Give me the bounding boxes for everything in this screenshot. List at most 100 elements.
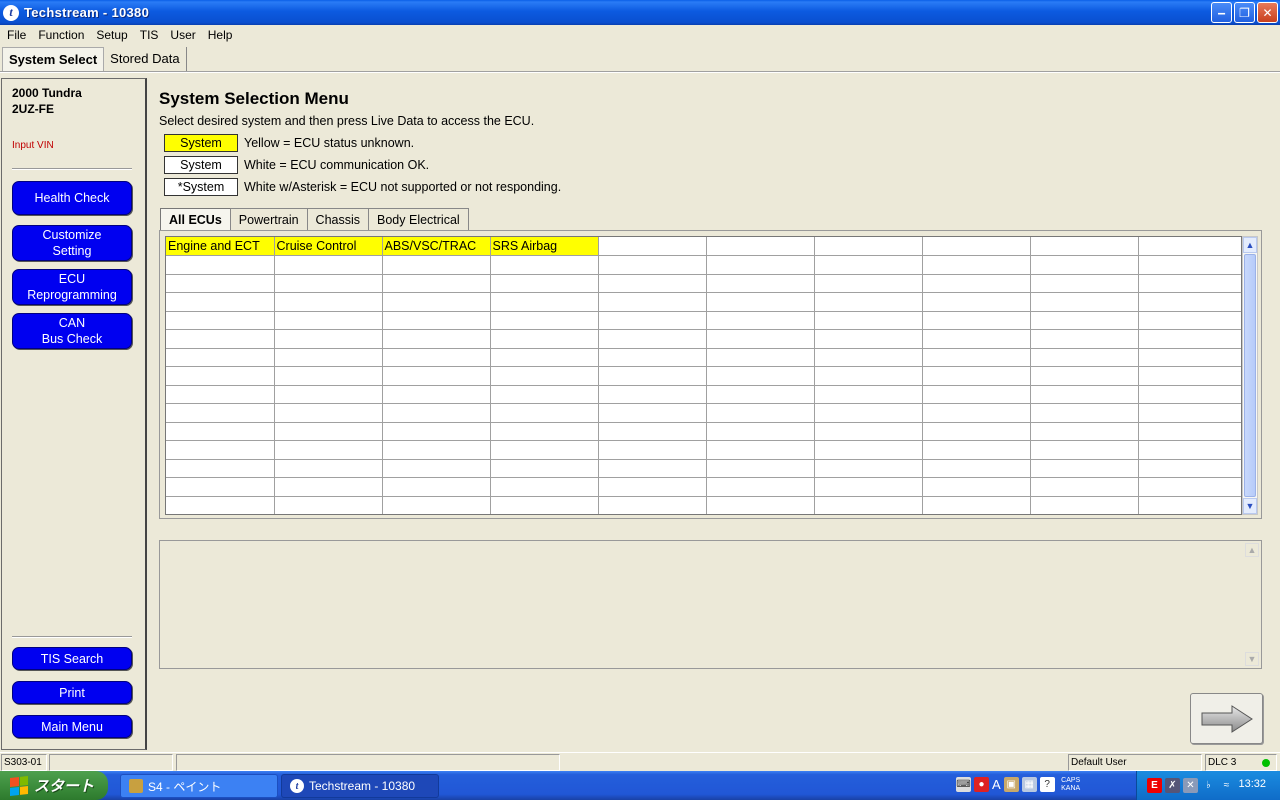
empty-cell (1138, 459, 1241, 478)
tis-search-button[interactable]: TIS Search (12, 647, 132, 670)
ime-mode-icon[interactable]: A (992, 777, 1001, 792)
grid-scrollbar[interactable]: ▲ ▼ (1242, 236, 1258, 515)
scroll-down-icon[interactable]: ▼ (1243, 498, 1257, 514)
wireless-icon[interactable]: ≈ (1219, 778, 1234, 793)
empty-cell (598, 385, 707, 404)
message-scrollbar[interactable]: ▲ ▼ (1245, 543, 1259, 666)
empty-cell (814, 274, 923, 293)
empty-cell (922, 403, 1031, 423)
empty-cell (706, 348, 815, 367)
empty-cell (922, 422, 1031, 441)
empty-cell (706, 255, 815, 275)
tab-powertrain[interactable]: Powertrain (229, 208, 308, 231)
empty-cell (706, 403, 815, 423)
tab-system-select[interactable]: System Select (2, 47, 105, 71)
network-disconnected-icon[interactable]: ✕ (1183, 778, 1198, 793)
empty-cell (490, 348, 599, 367)
table-row (166, 274, 1241, 293)
security-icon[interactable]: ● (974, 777, 989, 792)
top-tabs: System Select Stored Data (2, 47, 187, 71)
empty-cell (598, 459, 707, 478)
restore-button[interactable]: ❐ (1234, 2, 1255, 23)
menu-help[interactable]: Help (202, 28, 239, 42)
scroll-thumb[interactable] (1244, 254, 1256, 497)
scroll-up-icon[interactable]: ▲ (1243, 237, 1257, 253)
empty-cell (1138, 385, 1241, 404)
empty-cell (274, 311, 383, 330)
can-bus-check-button[interactable]: CAN Bus Check (12, 313, 132, 349)
status-field (176, 754, 560, 771)
menu-file[interactable]: File (0, 28, 32, 42)
keyboard-icon[interactable]: ⌨ (956, 777, 971, 792)
tab-all-ecus[interactable]: All ECUs (160, 208, 231, 232)
taskbar-item-paint[interactable]: S4 - ペイント (120, 774, 278, 798)
network-icon[interactable]: ✗ (1165, 778, 1180, 793)
ecu-reprogramming-button[interactable]: ECU Reprogramming (12, 269, 132, 305)
empty-cell (166, 292, 275, 312)
menu-setup[interactable]: Setup (90, 28, 133, 42)
empty-cell (1138, 237, 1241, 256)
caps-kana-icon: CAPS KANA (1061, 776, 1081, 792)
tab-chassis[interactable]: Chassis (306, 208, 370, 231)
empty-cell (166, 477, 275, 497)
empty-cell (814, 403, 923, 423)
input-vin-link[interactable]: Input VIN (12, 140, 54, 151)
empty-cell (1030, 274, 1139, 293)
ime-tool-icon[interactable]: ▦ (1021, 777, 1037, 792)
ime-dictionary-icon[interactable]: ▣ (1003, 777, 1019, 792)
empty-cell (1030, 366, 1139, 386)
empty-cell (1138, 366, 1241, 386)
system-cell[interactable]: SRS Airbag (490, 237, 599, 256)
empty-cell (814, 440, 923, 460)
empty-cell (922, 292, 1031, 312)
empty-cell (490, 459, 599, 478)
customize-setting-button[interactable]: Customize Setting (12, 225, 132, 261)
empty-cell (490, 274, 599, 293)
empty-cell (490, 329, 599, 349)
table-row (166, 440, 1241, 460)
empty-cell (490, 311, 599, 330)
empty-cell (382, 385, 491, 404)
main-menu-button[interactable]: Main Menu (12, 715, 132, 738)
empty-cell (382, 366, 491, 386)
scroll-down-icon[interactable]: ▼ (1245, 652, 1259, 666)
system-cell[interactable]: Engine and ECT (166, 237, 275, 256)
empty-cell (1138, 440, 1241, 460)
empty-cell (922, 440, 1031, 460)
empty-cell (706, 459, 815, 478)
empty-cell (706, 311, 815, 330)
page-title: System Selection Menu (159, 89, 349, 108)
vehicle-info: 2000 Tundra 2UZ-FE (12, 85, 82, 117)
menu-function[interactable]: Function (32, 28, 90, 42)
scroll-up-icon[interactable]: ▲ (1245, 543, 1259, 557)
print-button[interactable]: Print (12, 681, 132, 704)
empty-cell (382, 459, 491, 478)
system-cell[interactable]: ABS/VSC/TRAC (382, 237, 491, 256)
help-icon[interactable]: ? (1039, 777, 1055, 792)
tab-body-electrical[interactable]: Body Electrical (368, 208, 469, 231)
minimize-button[interactable]: ‒ (1211, 2, 1232, 23)
start-button[interactable]: スタート (0, 771, 108, 800)
empty-cell (814, 385, 923, 404)
antivirus-icon[interactable]: E (1147, 778, 1162, 793)
empty-cell (814, 237, 923, 256)
screen-id: S303-01 (1, 754, 47, 771)
menu-tis[interactable]: TIS (134, 28, 165, 42)
tab-stored-data[interactable]: Stored Data (104, 47, 187, 71)
next-button[interactable] (1190, 693, 1263, 744)
windows-logo-icon (10, 775, 28, 796)
close-button[interactable]: ✕ (1257, 2, 1278, 23)
empty-cell (382, 440, 491, 460)
empty-cell (1138, 422, 1241, 441)
empty-cell (166, 255, 275, 275)
task-label: Techstream - 10380 (309, 779, 416, 793)
taskbar-item-techstream[interactable]: t Techstream - 10380 (281, 774, 439, 798)
empty-cell (598, 403, 707, 423)
volume-icon[interactable]: ♭ (1201, 778, 1216, 793)
empty-cell (274, 366, 383, 386)
empty-cell (922, 459, 1031, 478)
menu-user[interactable]: User (164, 28, 201, 42)
system-cell[interactable]: Cruise Control (274, 237, 383, 256)
empty-cell (598, 422, 707, 441)
health-check-button[interactable]: Health Check (12, 181, 132, 215)
